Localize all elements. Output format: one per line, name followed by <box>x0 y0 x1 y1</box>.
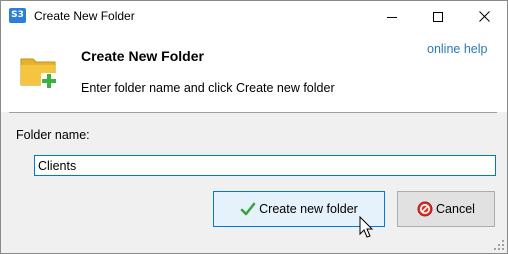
checkmark-icon <box>240 202 256 216</box>
resize-grip-icon[interactable] <box>493 239 505 251</box>
divider <box>9 112 497 113</box>
title-bar[interactable]: S3 Create New Folder <box>1 1 507 32</box>
create-folder-label: Create new folder <box>259 202 358 216</box>
cancel-label: Cancel <box>436 202 475 216</box>
mouse-cursor-icon <box>359 216 374 238</box>
header-subtitle: Enter folder name and click Create new f… <box>81 81 335 95</box>
create-folder-dialog: S3 Create New Folder Create New Folder E… <box>0 0 508 254</box>
online-help-link[interactable]: online help <box>427 42 487 56</box>
close-icon <box>478 11 490 22</box>
folder-name-label: Folder name: <box>16 128 90 142</box>
maximize-icon <box>433 11 443 22</box>
minimize-button[interactable] <box>369 1 415 32</box>
folder-name-input[interactable] <box>34 155 496 176</box>
folder-add-icon <box>20 58 57 89</box>
cancel-button[interactable]: Cancel <box>397 191 495 227</box>
maximize-button[interactable] <box>415 1 461 32</box>
stop-icon <box>417 201 433 217</box>
close-button[interactable] <box>461 1 507 32</box>
header-title: Create New Folder <box>81 48 204 64</box>
window-title: Create New Folder <box>34 9 135 23</box>
dialog-header: Create New Folder Enter folder name and … <box>1 32 507 112</box>
minimize-icon <box>387 16 397 18</box>
app-icon: S3 <box>9 8 26 23</box>
